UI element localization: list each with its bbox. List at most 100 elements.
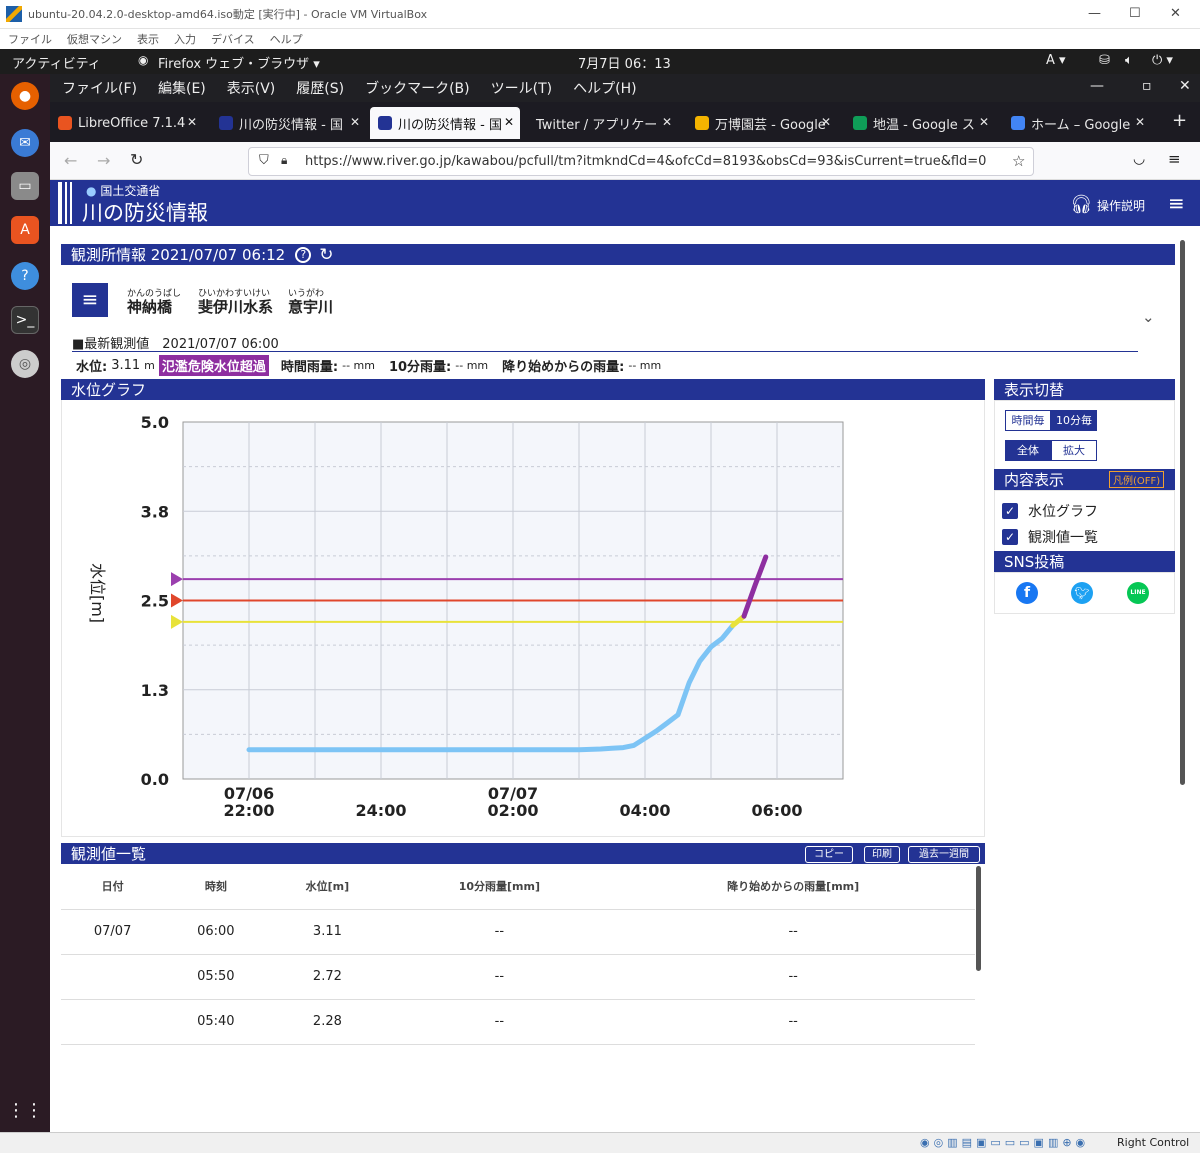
reload-icon[interactable]: ↻ bbox=[130, 150, 143, 169]
hamburger-menu-icon[interactable]: ≡ bbox=[1168, 150, 1181, 168]
table-scrollbar[interactable] bbox=[976, 866, 981, 971]
firefox-navbar: ← → ↻ ⛉ 🔒︎ https://www.river.go.jp/kawab… bbox=[50, 142, 1200, 180]
show-apps-icon[interactable]: ⋮⋮ bbox=[7, 1096, 43, 1124]
tab-twitter[interactable]: Twitter / アプリケー ✕ bbox=[528, 107, 678, 139]
close-icon[interactable]: ✕ bbox=[1170, 6, 1181, 21]
tab-close-icon[interactable]: ✕ bbox=[1135, 115, 1145, 129]
site-menu-icon[interactable]: ≡ bbox=[1168, 191, 1185, 215]
power-icon[interactable]: ⏻ ▾ bbox=[1152, 53, 1173, 68]
back-icon[interactable]: ← bbox=[64, 151, 77, 170]
vbox-menu-help[interactable]: ヘルプ bbox=[270, 31, 303, 47]
volume-icon[interactable]: 🔈︎ bbox=[1125, 53, 1133, 68]
cell: -- bbox=[611, 909, 975, 955]
firefox-small-icon: ◉ bbox=[138, 53, 149, 67]
ff-menu-tools[interactable]: ツール(T) bbox=[491, 78, 552, 98]
cell: 05:50 bbox=[164, 954, 268, 1000]
print-button[interactable]: 印刷 bbox=[864, 846, 900, 863]
web-page: ● 国土交通省 川の防災情報 🎧︎ 操作説明 ≡ 観測所情報 2021/07/0… bbox=[50, 180, 1200, 1055]
input-method[interactable]: A ▾ bbox=[1046, 53, 1066, 68]
page-scrollbar[interactable] bbox=[1180, 240, 1185, 785]
pocket-icon[interactable]: ◡ bbox=[1133, 151, 1145, 167]
url-bar[interactable]: ⛉ 🔒︎ https://www.river.go.jp/kawabou/pcf… bbox=[248, 147, 1034, 176]
sns-title: SNS投稿 bbox=[1004, 553, 1065, 571]
lock-icon[interactable]: 🔒︎ bbox=[281, 153, 287, 168]
checkbox-checked-icon[interactable]: ✓ bbox=[1002, 503, 1018, 519]
cell: 3.11 bbox=[267, 909, 388, 955]
tab-close-icon[interactable]: ✕ bbox=[350, 115, 360, 129]
app-menu[interactable]: Firefox ウェブ・ブラウザ ▾ bbox=[158, 53, 320, 72]
tab-close-icon[interactable]: ✕ bbox=[979, 115, 989, 129]
tab-close-icon[interactable]: ✕ bbox=[504, 115, 514, 129]
all-toggle[interactable]: 全体 bbox=[1005, 440, 1051, 461]
ff-minimize-icon[interactable]: — bbox=[1090, 78, 1104, 94]
vbox-menu-file[interactable]: ファイル bbox=[8, 31, 52, 47]
tab-close-icon[interactable]: ✕ bbox=[662, 115, 672, 129]
bookmark-star-icon[interactable]: ☆ bbox=[1012, 152, 1025, 170]
tab-close-icon[interactable]: ✕ bbox=[187, 115, 197, 129]
minimize-icon[interactable]: — bbox=[1088, 6, 1101, 21]
tenmin-rain-label: 10分雨量: bbox=[388, 360, 452, 375]
ff-menu-view[interactable]: 表示(V) bbox=[227, 78, 276, 98]
tenmin-toggle[interactable]: 10分毎 bbox=[1051, 410, 1097, 431]
ministry-name: 国土交通省 bbox=[100, 184, 161, 198]
help-link[interactable]: 操作説明 bbox=[1097, 197, 1145, 214]
table-title: 観測値一覧 bbox=[71, 845, 147, 863]
copy-button[interactable]: コピー bbox=[805, 846, 853, 863]
past-week-button[interactable]: 過去一週間 bbox=[908, 846, 980, 863]
tab-chion[interactable]: 地温 - Google ス ✕ bbox=[845, 107, 995, 139]
terminal-icon[interactable]: >_ bbox=[11, 306, 39, 334]
ff-menu-help[interactable]: ヘルプ(H) bbox=[573, 78, 636, 98]
twitter-icon[interactable]: 🐦︎ bbox=[1071, 582, 1093, 604]
tab-home[interactable]: ホーム – Google ✕ bbox=[1003, 107, 1151, 139]
info-icon[interactable]: ? bbox=[295, 246, 312, 263]
checkbox-checked-icon[interactable]: ✓ bbox=[1002, 529, 1018, 545]
vbox-menu-machine[interactable]: 仮想マシン bbox=[67, 31, 122, 47]
tab-river-1[interactable]: 川の防災情報 - 国 ✕ bbox=[211, 107, 366, 139]
tab-libreoffice[interactable]: LibreOffice 7.1.4 ✕ bbox=[50, 107, 203, 139]
line-icon[interactable]: LINE bbox=[1127, 582, 1149, 604]
tab-banpaku[interactable]: 万博園芸 - Google ✕ bbox=[687, 107, 837, 139]
tab-river-active[interactable]: 川の防災情報 - 国 ✕ bbox=[370, 107, 520, 139]
vbox-title: ubuntu-20.04.2.0-desktop-amd64.iso動定 [実行… bbox=[28, 8, 428, 21]
option-observation-list[interactable]: ✓ 観測値一覧 bbox=[1002, 527, 1098, 547]
files-icon[interactable]: ▭ bbox=[11, 172, 39, 200]
activities-button[interactable]: アクティビティ bbox=[12, 53, 101, 72]
forward-icon[interactable]: → bbox=[97, 151, 110, 170]
headphones-icon[interactable]: 🎧︎ bbox=[1070, 194, 1093, 215]
vbox-menu-input[interactable]: 入力 bbox=[174, 31, 196, 47]
refresh-icon[interactable]: ↻ bbox=[319, 245, 333, 265]
shield-icon[interactable]: ⛉ bbox=[259, 153, 269, 168]
ff-maximize-icon[interactable]: ▫ bbox=[1142, 78, 1152, 94]
legend-toggle[interactable]: 凡例(OFF) bbox=[1109, 471, 1165, 488]
vbox-menu-devices[interactable]: デバイス bbox=[211, 31, 255, 47]
maximize-icon[interactable]: ☐ bbox=[1129, 6, 1141, 21]
new-tab-icon[interactable]: + bbox=[1172, 110, 1187, 131]
tab-close-icon[interactable]: ✕ bbox=[821, 115, 831, 129]
total-rain-label: 降り始めからの雨量: bbox=[502, 360, 625, 375]
clock[interactable]: 7月7日 06：13 bbox=[578, 53, 671, 72]
site-title[interactable]: 川の防災情報 bbox=[82, 197, 208, 227]
table-row: 05:50 2.72 -- -- bbox=[61, 954, 975, 1000]
vbox-menubar: ファイル 仮想マシン 表示 入力 デバイス ヘルプ bbox=[0, 29, 1200, 49]
ff-menu-edit[interactable]: 編集(E) bbox=[158, 78, 206, 98]
hourly-toggle[interactable]: 時間毎 bbox=[1005, 410, 1051, 431]
software-icon[interactable]: A bbox=[11, 216, 39, 244]
chevron-down-icon[interactable]: ⌄ bbox=[1142, 308, 1155, 326]
vbox-menu-view[interactable]: 表示 bbox=[137, 31, 159, 47]
ff-menu-file[interactable]: ファイル(F) bbox=[62, 78, 137, 98]
zoom-toggle[interactable]: 拡大 bbox=[1051, 440, 1097, 461]
cell: 2.72 bbox=[267, 954, 388, 1000]
option-water-graph[interactable]: ✓ 水位グラフ bbox=[1002, 501, 1098, 521]
network-icon[interactable]: ⛁ bbox=[1099, 53, 1110, 68]
y-tick-label: 0.0 bbox=[141, 770, 169, 789]
firefox-icon[interactable]: ● bbox=[11, 82, 39, 110]
facebook-icon[interactable]: f bbox=[1016, 582, 1038, 604]
ff-menu-bookmarks[interactable]: ブックマーク(B) bbox=[365, 78, 470, 98]
status-icons[interactable]: ◉◎▥▤▣▭▭▭▣▥⊕◉ bbox=[920, 1136, 1089, 1149]
threshold-marker bbox=[171, 614, 183, 629]
help-icon[interactable]: ? bbox=[11, 262, 39, 290]
ff-close-icon[interactable]: ✕ bbox=[1179, 78, 1191, 94]
thunderbird-icon[interactable]: ✉ bbox=[11, 129, 39, 157]
disc-icon[interactable]: ◎ bbox=[11, 350, 39, 378]
ff-menu-history[interactable]: 履歴(S) bbox=[296, 78, 344, 98]
